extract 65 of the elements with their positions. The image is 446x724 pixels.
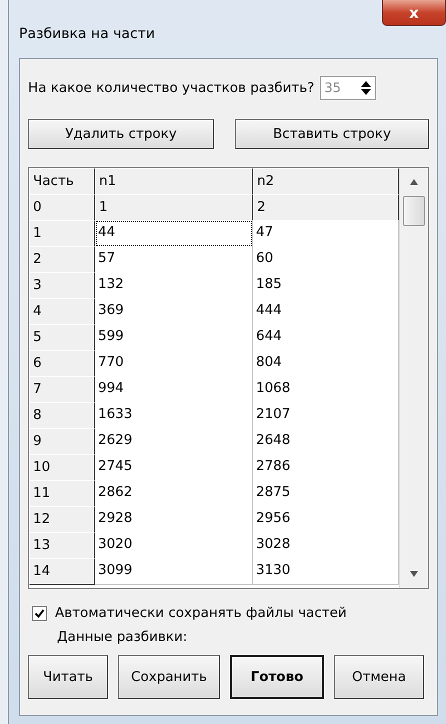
table-cell[interactable]: 3028	[253, 532, 399, 559]
row-header: 7	[29, 376, 95, 403]
close-button[interactable]: x	[382, 0, 446, 26]
autosave-checkbox[interactable]	[32, 606, 47, 620]
table-cell[interactable]: 444	[253, 298, 399, 325]
dialog-button[interactable]: Отмена	[334, 655, 424, 699]
row-header: 9	[29, 428, 95, 455]
column-header: n1	[95, 168, 253, 195]
dialog-button[interactable]: Читать	[28, 655, 108, 699]
spin-arrows-icon[interactable]	[359, 79, 374, 97]
table-cell[interactable]: 2875	[253, 480, 399, 507]
table-cell[interactable]: 60	[253, 246, 399, 273]
row-header: 2	[29, 246, 95, 273]
table-cell[interactable]: 2648	[253, 428, 399, 455]
table-cell[interactable]: 770	[95, 350, 253, 377]
row-header: 5	[29, 324, 95, 351]
row-header: 1	[29, 220, 95, 247]
table-cell[interactable]: 2	[253, 194, 399, 221]
scroll-thumb[interactable]	[403, 196, 425, 226]
table-cell[interactable]: 3020	[95, 532, 253, 559]
column-header: Часть	[29, 168, 95, 195]
row-header: 11	[29, 480, 95, 507]
table-cell[interactable]: 3130	[253, 558, 399, 585]
scroll-down-icon[interactable]	[409, 570, 419, 578]
scroll-up-icon[interactable]	[409, 178, 419, 186]
table-cell[interactable]: 2107	[253, 402, 399, 429]
row-header: 12	[29, 506, 95, 533]
table-cell[interactable]: 644	[253, 324, 399, 351]
table-cell[interactable]: 132	[95, 272, 253, 299]
table-cell[interactable]: 599	[95, 324, 253, 351]
table-cell[interactable]: 3099	[95, 558, 253, 585]
column-header: n2	[253, 168, 399, 195]
row-header: 6	[29, 350, 95, 377]
row-header: 8	[29, 402, 95, 429]
table-cell[interactable]: 2745	[95, 454, 253, 481]
table-cell[interactable]: 1633	[95, 402, 253, 429]
insert-row-button[interactable]: Вставить строку	[235, 119, 429, 149]
split-data-label: Данные разбивки:	[57, 629, 188, 645]
table-cell[interactable]: 2956	[253, 506, 399, 533]
table-cell[interactable]: 57	[95, 246, 253, 273]
table-cell[interactable]: 44	[95, 220, 253, 247]
table-cell[interactable]: 1	[95, 194, 253, 221]
table-cell[interactable]: 2928	[95, 506, 253, 533]
row-header: 10	[29, 454, 95, 481]
table-cell[interactable]: 185	[253, 272, 399, 299]
table-cell[interactable]: 1068	[253, 376, 399, 403]
dialog-button[interactable]: Готово	[230, 655, 324, 699]
row-header: 13	[29, 532, 95, 559]
scrollbar[interactable]	[399, 168, 428, 588]
window-title: Разбивка на части	[19, 26, 155, 42]
delete-row-button[interactable]: Удалить строку	[28, 119, 214, 149]
count-label: На какое количество участков разбить?	[28, 80, 314, 96]
table-cell[interactable]: 804	[253, 350, 399, 377]
row-header: 4	[29, 298, 95, 325]
row-header: 14	[29, 558, 95, 585]
table-cell[interactable]: 369	[95, 298, 253, 325]
row-header: 0	[29, 194, 95, 221]
table-cell[interactable]: 2786	[253, 454, 399, 481]
dialog-button[interactable]: Сохранить	[118, 655, 220, 699]
table-cell[interactable]: 2862	[95, 480, 253, 507]
table-cell[interactable]: 994	[95, 376, 253, 403]
row-header: 3	[29, 272, 95, 299]
autosave-label: Автоматически сохранять файлы частей	[55, 605, 347, 621]
table-cell[interactable]: 2629	[95, 428, 253, 455]
table-cell[interactable]: 47	[253, 220, 399, 247]
